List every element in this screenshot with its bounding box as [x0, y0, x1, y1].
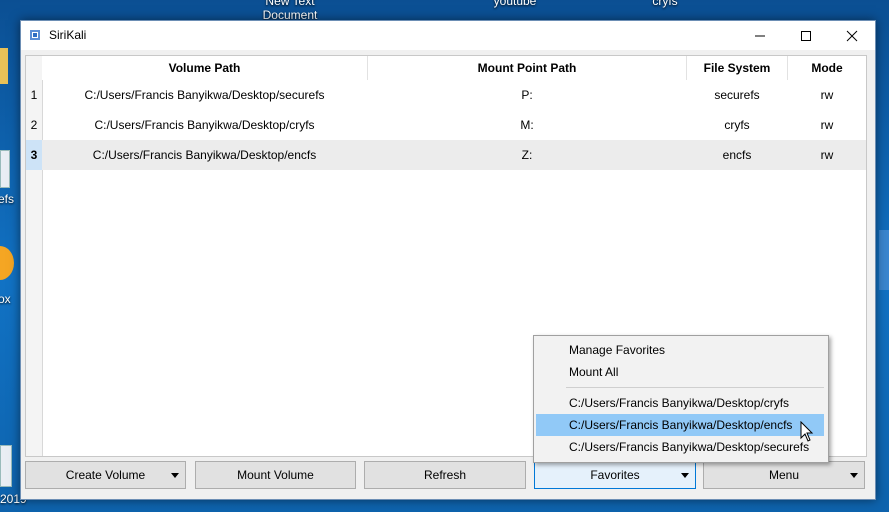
maximize-icon	[801, 31, 811, 41]
column-header-file-system[interactable]: File System	[687, 56, 788, 80]
sirikali-app-icon	[30, 30, 40, 40]
menu-button[interactable]: Menu	[703, 461, 865, 489]
favorites-label: Favorites	[590, 468, 640, 482]
row-number: 1	[30, 88, 38, 102]
row-number: 2	[30, 118, 38, 132]
menu-label: Menu	[768, 468, 800, 482]
menu-item-mount-all[interactable]: Mount All	[536, 361, 824, 383]
menu-item-favorite[interactable]: C:/Users/Francis Banyikwa/Desktop/secure…	[536, 436, 824, 458]
chevron-down-icon	[681, 473, 689, 478]
favorites-button[interactable]: Favorites	[534, 461, 696, 489]
desktop-document-icon[interactable]	[0, 445, 12, 487]
chevron-down-icon	[850, 473, 858, 478]
desktop-firefox-icon[interactable]	[0, 246, 14, 280]
menu-separator	[566, 387, 824, 388]
window-title: SiriKali	[49, 28, 87, 42]
menu-item-manage-favorites[interactable]: Manage Favorites	[536, 339, 824, 361]
desktop-icon-youtube[interactable]: youtube	[480, 0, 550, 8]
create-volume-button[interactable]: Create Volume	[25, 461, 186, 489]
menu-item-favorite-highlighted[interactable]: C:/Users/Francis Banyikwa/Desktop/encfs	[536, 414, 824, 436]
minimize-icon	[755, 35, 765, 37]
column-header-volume-path[interactable]: Volume Path	[42, 56, 368, 80]
refresh-button[interactable]: Refresh	[364, 461, 526, 489]
cell-file-system: cryfs	[724, 118, 750, 132]
minimize-button[interactable]	[737, 21, 783, 50]
create-volume-label: Create Volume	[65, 468, 146, 482]
table-header: Volume Path Mount Point Path File System…	[42, 56, 866, 80]
desktop-edge-icon	[879, 230, 889, 290]
desktop-icon-efs-label: efs	[0, 192, 15, 206]
maximize-button[interactable]	[783, 21, 829, 50]
mount-volume-button[interactable]: Mount Volume	[195, 461, 356, 489]
column-header-mode[interactable]: Mode	[788, 56, 866, 80]
cell-volume-path: C:/Users/Francis Banyikwa/Desktop/secure…	[84, 88, 325, 102]
table-row-selected[interactable]: 3 C:/Users/Francis Banyikwa/Desktop/encf…	[26, 140, 866, 170]
desktop-icon-cryfs[interactable]: cryfs	[630, 0, 700, 8]
cell-file-system: encfs	[722, 148, 752, 162]
mount-volume-label: Mount Volume	[237, 468, 314, 482]
chevron-down-icon	[171, 473, 179, 478]
mouse-pointer-icon	[800, 421, 814, 442]
favorites-dropdown-menu: Manage Favorites Mount All C:/Users/Fran…	[533, 335, 829, 463]
cell-mode: rw	[820, 148, 834, 162]
row-number: 3	[26, 140, 42, 170]
column-header-mount-point-path[interactable]: Mount Point Path	[368, 56, 687, 80]
close-button[interactable]	[829, 21, 875, 50]
cell-mount-point: M:	[520, 118, 534, 132]
table-row[interactable]: 2 C:/Users/Francis Banyikwa/Desktop/cryf…	[26, 110, 850, 140]
cell-file-system: securefs	[714, 88, 760, 102]
refresh-label: Refresh	[423, 468, 467, 482]
desktop-icon-ox-label: ox	[0, 292, 11, 306]
cell-mode: rw	[820, 88, 834, 102]
cell-mode: rw	[820, 118, 834, 132]
table-row[interactable]: 1 C:/Users/Francis Banyikwa/Desktop/secu…	[26, 80, 850, 110]
desktop-icon-new-text-document[interactable]: New Text Document	[255, 0, 325, 22]
menu-item-favorite[interactable]: C:/Users/Francis Banyikwa/Desktop/cryfs	[536, 392, 824, 414]
cell-mount-point: P:	[521, 88, 533, 102]
desktop-folder-icon[interactable]	[0, 48, 8, 84]
close-icon	[846, 30, 858, 42]
desktop-file-icon[interactable]	[0, 150, 10, 188]
cell-volume-path: C:/Users/Francis Banyikwa/Desktop/cryfs	[94, 118, 315, 132]
title-bar[interactable]: SiriKali	[21, 21, 875, 50]
cell-volume-path: C:/Users/Francis Banyikwa/Desktop/encfs	[92, 148, 317, 162]
cell-mount-point: Z:	[521, 148, 533, 162]
